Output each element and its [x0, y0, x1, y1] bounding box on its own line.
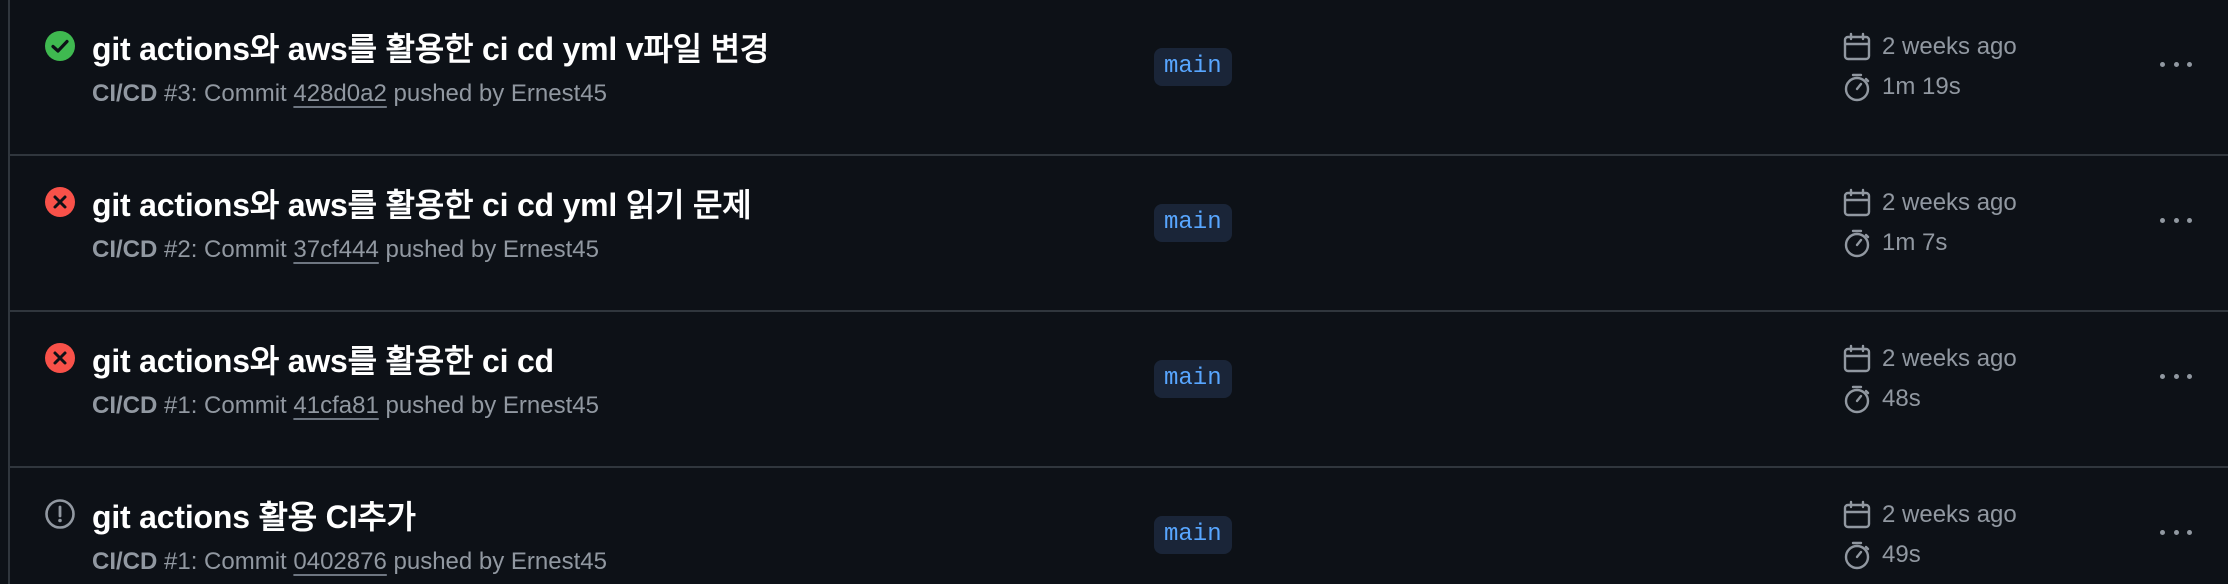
commit-sha-link[interactable]: 0402876	[293, 548, 386, 575]
run-title-link[interactable]: git actions와 aws를 활용한 ci cd yml 읽기 문제	[92, 180, 752, 226]
commit-sha-link[interactable]: 37cf444	[293, 236, 378, 263]
run-title-link[interactable]: git actions와 aws를 활용한 ci cd yml v파일 변경	[92, 24, 769, 70]
run-duration: 48s	[1842, 384, 1921, 414]
workflow-run-row[interactable]: git actions 활용 CI추가 CI/CD #1: Commit 040…	[10, 468, 2228, 584]
branch-badge[interactable]: main	[1154, 360, 1232, 398]
run-date-text: 2 weeks ago	[1882, 33, 2017, 60]
run-title-link[interactable]: git actions와 aws를 활용한 ci cd	[92, 336, 554, 382]
pushed-by-text: pushed by Ernest45	[378, 236, 599, 263]
run-duration-text: 49s	[1882, 541, 1921, 568]
run-duration: 1m 19s	[1842, 72, 1961, 102]
stopwatch-icon	[1844, 541, 1870, 570]
kebab-menu-icon[interactable]	[2156, 360, 2196, 392]
commit-prefix: : Commit	[190, 548, 294, 575]
calendar-icon	[1843, 500, 1871, 529]
run-duration-text: 1m 19s	[1882, 73, 1961, 100]
branch-badge[interactable]: main	[1154, 48, 1232, 86]
run-date: 2 weeks ago	[1842, 344, 2017, 374]
run-duration: 49s	[1842, 540, 1921, 570]
calendar-icon	[1843, 32, 1871, 61]
commit-prefix: : Commit	[190, 80, 294, 107]
run-duration-text: 48s	[1882, 385, 1921, 412]
run-date-text: 2 weeks ago	[1882, 189, 2017, 216]
run-meta: CI/CD #1: Commit 41cfa81 pushed by Ernes…	[92, 392, 599, 420]
run-date-text: 2 weeks ago	[1882, 501, 2017, 528]
run-date-text: 2 weeks ago	[1882, 345, 2017, 372]
branch-badge[interactable]: main	[1154, 204, 1232, 242]
run-meta: CI/CD #3: Commit 428d0a2 pushed by Ernes…	[92, 80, 607, 108]
workflow-run-row[interactable]: git actions와 aws를 활용한 ci cd yml v파일 변경 C…	[10, 0, 2228, 156]
x-circle-fill-icon	[45, 187, 75, 217]
workflow-runs-list: git actions와 aws를 활용한 ci cd yml v파일 변경 C…	[8, 0, 2228, 584]
check-circle-fill-icon	[45, 31, 75, 61]
run-date: 2 weeks ago	[1842, 32, 2017, 62]
kebab-menu-icon[interactable]	[2156, 516, 2196, 548]
commit-sha-link[interactable]: 41cfa81	[293, 392, 378, 419]
commit-sha-link[interactable]: 428d0a2	[293, 80, 386, 107]
kebab-menu-icon[interactable]	[2156, 204, 2196, 236]
pushed-by-text: pushed by Ernest45	[378, 392, 599, 419]
alert-circle-icon	[45, 499, 75, 529]
run-number: #1	[164, 392, 191, 419]
run-number: #1	[164, 548, 191, 575]
stopwatch-icon	[1844, 385, 1870, 414]
run-duration-text: 1m 7s	[1882, 229, 1948, 256]
kebab-menu-icon[interactable]	[2156, 48, 2196, 80]
commit-prefix: : Commit	[190, 236, 294, 263]
workflow-name: CI/CD	[92, 236, 158, 263]
run-title-link[interactable]: git actions 활용 CI추가	[92, 492, 416, 538]
run-meta: CI/CD #1: Commit 0402876 pushed by Ernes…	[92, 548, 607, 576]
run-date: 2 weeks ago	[1842, 500, 2017, 530]
run-number: #3	[164, 80, 191, 107]
run-meta: CI/CD #2: Commit 37cf444 pushed by Ernes…	[92, 236, 599, 264]
stopwatch-icon	[1844, 73, 1870, 102]
workflow-name: CI/CD	[92, 392, 158, 419]
x-circle-fill-icon	[45, 343, 75, 373]
branch-badge[interactable]: main	[1154, 516, 1232, 554]
workflow-name: CI/CD	[92, 548, 158, 575]
calendar-icon	[1843, 344, 1871, 373]
stopwatch-icon	[1844, 229, 1870, 258]
run-duration: 1m 7s	[1842, 228, 1947, 258]
calendar-icon	[1843, 188, 1871, 217]
workflow-run-row[interactable]: git actions와 aws를 활용한 ci cd yml 읽기 문제 CI…	[10, 156, 2228, 312]
workflow-run-row[interactable]: git actions와 aws를 활용한 ci cd CI/CD #1: Co…	[10, 312, 2228, 468]
workflow-name: CI/CD	[92, 80, 158, 107]
pushed-by-text: pushed by Ernest45	[386, 548, 607, 575]
commit-prefix: : Commit	[190, 392, 294, 419]
pushed-by-text: pushed by Ernest45	[386, 80, 607, 107]
run-date: 2 weeks ago	[1842, 188, 2017, 218]
run-number: #2	[164, 236, 191, 263]
